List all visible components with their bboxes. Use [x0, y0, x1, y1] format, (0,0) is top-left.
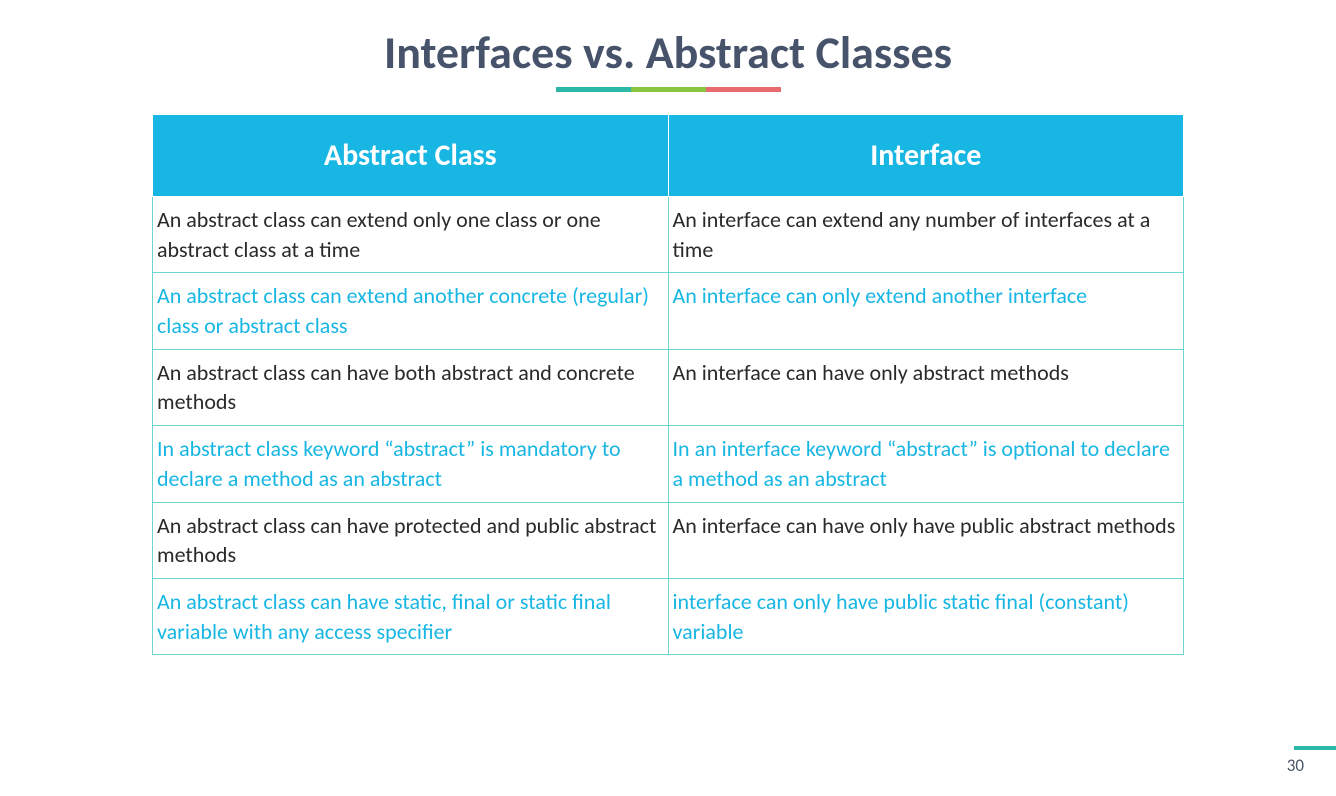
table-row: An abstract class can extend another con…: [153, 273, 1184, 349]
cell-interface: In an interface keyword “abstract” is op…: [668, 426, 1184, 502]
table-row: An abstract class can have static, final…: [153, 578, 1184, 654]
underline-teal: [556, 87, 631, 92]
header-interface: Interface: [668, 115, 1184, 197]
table-header-row: Abstract Class Interface: [153, 115, 1184, 197]
header-abstract-class: Abstract Class: [153, 115, 669, 197]
cell-interface: An interface can extend any number of in…: [668, 197, 1184, 273]
table-row: In abstract class keyword “abstract” is …: [153, 426, 1184, 502]
page-number: 30: [1287, 755, 1304, 776]
cell-interface: An interface can only extend another int…: [668, 273, 1184, 349]
cell-interface: An interface can have only abstract meth…: [668, 349, 1184, 425]
cell-abstract: An abstract class can have both abstract…: [153, 349, 669, 425]
cell-abstract: An abstract class can extend another con…: [153, 273, 669, 349]
table-row: An abstract class can extend only one cl…: [153, 197, 1184, 273]
table-row: An abstract class can have protected and…: [153, 502, 1184, 578]
table-row: An abstract class can have both abstract…: [153, 349, 1184, 425]
underline-red: [706, 87, 781, 92]
comparison-table: Abstract Class Interface An abstract cla…: [152, 114, 1184, 655]
cell-abstract: An abstract class can extend only one cl…: [153, 197, 669, 273]
page-number-accent: [1294, 746, 1336, 750]
slide-container: Interfaces vs. Abstract Classes Abstract…: [0, 0, 1336, 796]
title-underline: [110, 87, 1226, 92]
cell-abstract: In abstract class keyword “abstract” is …: [153, 426, 669, 502]
slide-title: Interfaces vs. Abstract Classes: [110, 25, 1226, 81]
cell-interface: interface can only have public static fi…: [668, 578, 1184, 654]
cell-interface: An interface can have only have public a…: [668, 502, 1184, 578]
cell-abstract: An abstract class can have protected and…: [153, 502, 669, 578]
underline-green: [631, 87, 706, 92]
cell-abstract: An abstract class can have static, final…: [153, 578, 669, 654]
